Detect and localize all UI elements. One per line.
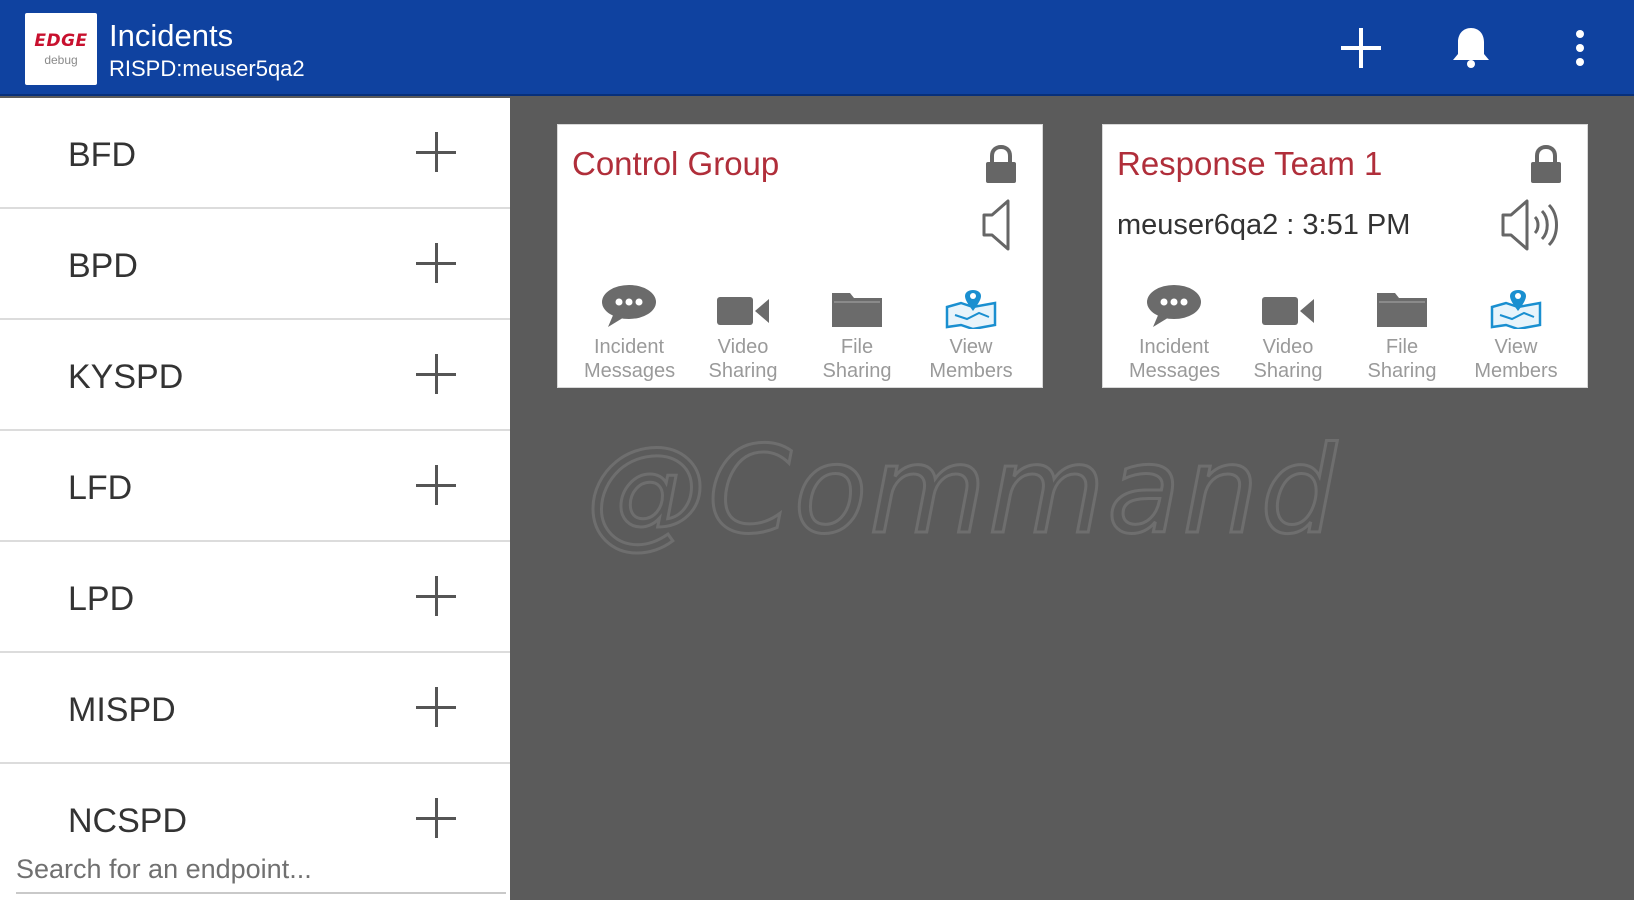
- endpoint-label: BPD: [68, 247, 138, 285]
- endpoint-label: LFD: [68, 469, 133, 507]
- group-card-control-group[interactable]: Control Group Incident Messages Video Shar…: [557, 124, 1043, 388]
- action-label: Incident Messages: [584, 336, 676, 382]
- page-title: Incidents: [109, 18, 234, 53]
- endpoint-label: NCSPD: [68, 802, 188, 840]
- video-icon: [1262, 297, 1314, 325]
- group-status: meuser6qa2 : 3:51 PM: [1117, 209, 1411, 241]
- lock-button[interactable]: [1527, 144, 1565, 185]
- plus-icon: [416, 132, 456, 172]
- action-label: Incident Messages: [1129, 336, 1221, 382]
- app-bar: EDGE debug Incidents RISPD:meuser5qa2: [0, 0, 1634, 96]
- add-endpoint-button[interactable]: [412, 350, 460, 398]
- file-sharing-button[interactable]: File Sharing: [800, 283, 914, 383]
- action-label: File Sharing: [1367, 336, 1437, 382]
- lock-icon: [986, 144, 1016, 183]
- add-icon: [1341, 28, 1381, 68]
- add-endpoint-button[interactable]: [412, 461, 460, 509]
- add-endpoint-button[interactable]: [412, 239, 460, 287]
- plus-icon: [416, 798, 456, 838]
- notifications-button[interactable]: [1443, 20, 1499, 76]
- add-endpoint-button[interactable]: [412, 572, 460, 620]
- action-label: File Sharing: [822, 336, 892, 382]
- add-endpoint-button[interactable]: [412, 794, 460, 842]
- endpoint-sidebar: BFD BPD KYSPD LFD LPD MISPD NCSPD Search…: [0, 98, 510, 900]
- action-label: Video Sharing: [708, 336, 778, 382]
- speaker-on-icon: [1501, 199, 1558, 251]
- endpoint-label: BFD: [68, 136, 136, 174]
- logo-subtext: debug: [44, 53, 78, 67]
- plus-icon: [416, 243, 456, 283]
- video-icon: [717, 297, 769, 325]
- folder-icon: [1377, 293, 1427, 327]
- chat-icon: [602, 285, 656, 327]
- speaker-button[interactable]: [980, 197, 1020, 253]
- speaker-off-icon: [982, 199, 1010, 251]
- lock-button[interactable]: [982, 144, 1020, 185]
- group-actions: Incident Messages Video Sharing File Sharin…: [572, 283, 1028, 383]
- action-label: View Members: [929, 336, 1013, 382]
- plus-icon: [416, 576, 456, 616]
- action-label: View Members: [1474, 336, 1558, 382]
- endpoint-item-bfd[interactable]: BFD: [0, 98, 510, 209]
- endpoint-item-bpd[interactable]: BPD: [0, 209, 510, 320]
- endpoint-item-kyspd[interactable]: KYSPD: [0, 320, 510, 431]
- command-watermark: @Command: [585, 421, 1339, 563]
- app-logo: EDGE debug: [25, 13, 97, 85]
- map-members-icon: [1490, 290, 1542, 329]
- action-label: Video Sharing: [1253, 336, 1323, 382]
- plus-icon: [416, 465, 456, 505]
- endpoint-search-input[interactable]: [16, 846, 506, 894]
- view-members-button[interactable]: View Members: [914, 283, 1028, 383]
- add-endpoint-button[interactable]: [412, 128, 460, 176]
- view-members-button[interactable]: View Members: [1459, 283, 1573, 383]
- map-members-icon: [945, 290, 997, 329]
- logo-text: EDGE: [34, 31, 88, 51]
- more-options-button[interactable]: [1552, 20, 1608, 76]
- group-actions: Incident Messages Video Sharing File Sharin…: [1117, 283, 1573, 383]
- group-title: Response Team 1: [1117, 145, 1383, 182]
- video-sharing-button[interactable]: Video Sharing: [1231, 283, 1345, 383]
- endpoint-item-lpd[interactable]: LPD: [0, 542, 510, 653]
- lock-icon: [1531, 144, 1561, 183]
- add-incident-button[interactable]: [1333, 20, 1389, 76]
- endpoint-item-lfd[interactable]: LFD: [0, 431, 510, 542]
- folder-icon: [832, 293, 882, 327]
- page-subtitle: RISPD:meuser5qa2: [109, 56, 305, 81]
- bell-icon: [1453, 28, 1489, 68]
- endpoint-item-mispd[interactable]: MISPD: [0, 653, 510, 764]
- endpoint-label: KYSPD: [68, 358, 184, 396]
- group-card-response-team-1[interactable]: Response Team 1 meuser6qa2 : 3:51 PM Inc…: [1102, 124, 1588, 388]
- plus-icon: [416, 687, 456, 727]
- speaker-button[interactable]: [1499, 197, 1565, 253]
- endpoint-label: MISPD: [68, 691, 176, 729]
- plus-icon: [416, 354, 456, 394]
- more-vert-icon: [1576, 30, 1584, 66]
- video-sharing-button[interactable]: Video Sharing: [686, 283, 800, 383]
- incident-messages-button[interactable]: Incident Messages: [572, 283, 686, 383]
- incident-messages-button[interactable]: Incident Messages: [1117, 283, 1231, 383]
- endpoint-list: BFD BPD KYSPD LFD LPD MISPD NCSPD: [0, 98, 510, 875]
- file-sharing-button[interactable]: File Sharing: [1345, 283, 1459, 383]
- chat-icon: [1147, 285, 1201, 327]
- add-endpoint-button[interactable]: [412, 683, 460, 731]
- endpoint-label: LPD: [68, 580, 135, 618]
- group-title: Control Group: [572, 145, 780, 182]
